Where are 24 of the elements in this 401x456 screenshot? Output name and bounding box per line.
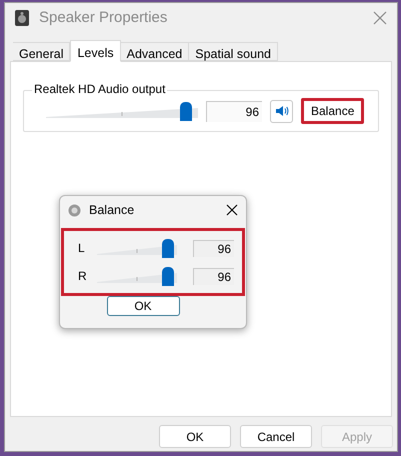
tab[interactable]: Spatial sound (189, 42, 278, 61)
volume-slider[interactable] (46, 100, 198, 122)
volume-field[interactable]: 96 (206, 100, 262, 122)
ok-button[interactable]: OK (106, 296, 180, 316)
tab[interactable]: Levels (70, 40, 121, 62)
dialog-button[interactable]: Cancel (240, 425, 312, 448)
channel-label: R (78, 268, 88, 285)
tab[interactable]: Advanced (120, 42, 190, 61)
slider-thumb[interactable] (180, 102, 192, 121)
window-title: Speaker Properties (39, 8, 168, 28)
slider-thumb[interactable] (162, 267, 174, 286)
dialog-button[interactable]: OK (159, 425, 231, 448)
channel-label: L (78, 240, 86, 257)
mute-button[interactable] (270, 100, 293, 122)
channel-value-field[interactable]: 96 (193, 240, 234, 256)
close-icon[interactable] (226, 204, 238, 216)
volume-slider[interactable] (97, 237, 178, 259)
dialog-title: Balance (89, 202, 134, 219)
tab[interactable]: General (13, 42, 70, 61)
group-label: Realtek HD Audio output (32, 82, 168, 96)
volume-slider[interactable] (97, 265, 178, 287)
slider-thumb[interactable] (162, 239, 174, 258)
channel-value-field[interactable]: 96 (193, 268, 234, 284)
balance-button[interactable]: Balance (301, 98, 364, 124)
